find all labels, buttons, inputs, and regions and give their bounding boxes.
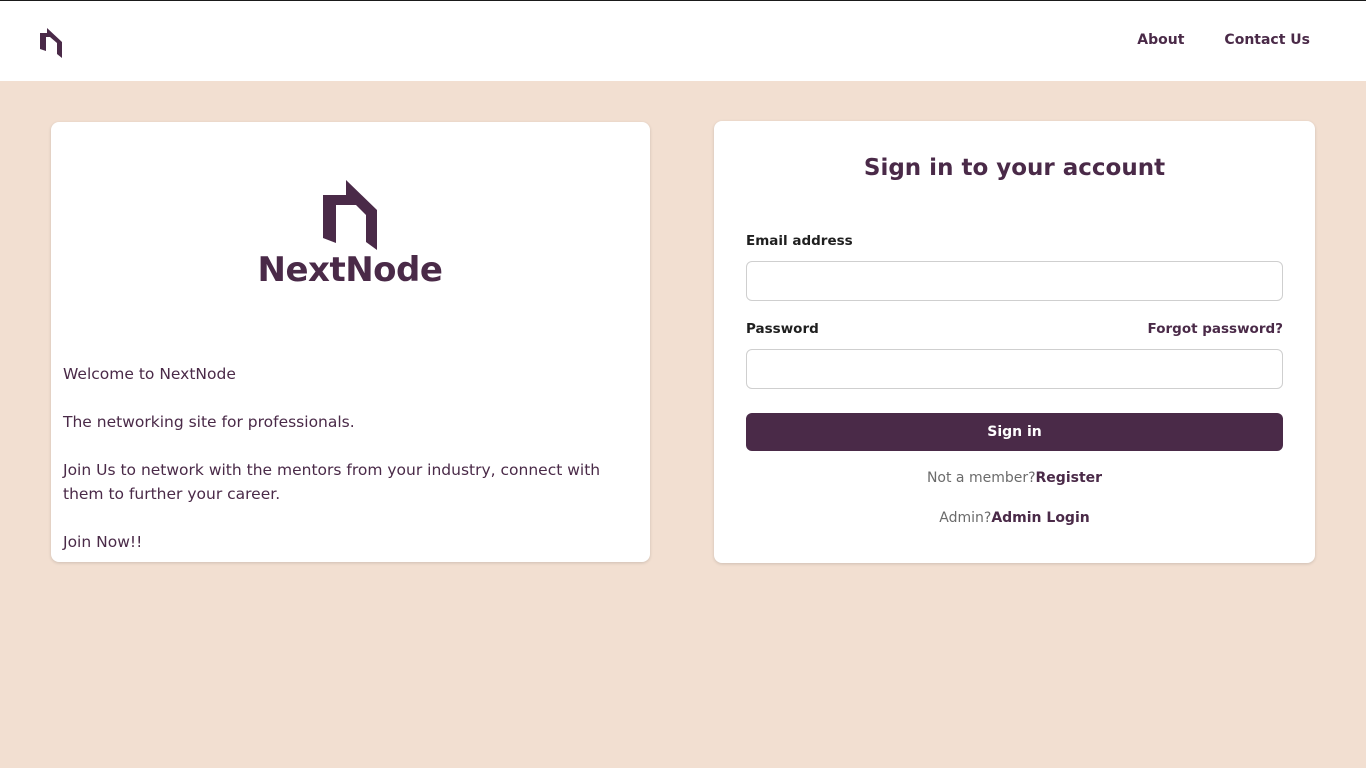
- tagline: The networking site for professionals.: [63, 413, 355, 431]
- signin-title: Sign in to your account: [863, 155, 1166, 181]
- password-field[interactable]: [746, 349, 1283, 389]
- nextnode-mark-icon: [323, 180, 377, 250]
- welcome-text: Welcome to NextNode The networking site …: [51, 362, 650, 578]
- forgot-password-link[interactable]: Forgot password?: [1148, 321, 1283, 337]
- signin-card: Sign in to your account Email address Pa…: [714, 121, 1315, 563]
- admin-prompt: Admin?Admin Login: [714, 510, 1315, 526]
- join-description: Join Us to network with the mentors from…: [63, 461, 601, 503]
- not-member-text: Not a member?: [926, 470, 1036, 486]
- nextnode-logo-icon[interactable]: [38, 28, 64, 58]
- email-field[interactable]: [746, 261, 1283, 301]
- password-label: Password: [746, 321, 819, 337]
- brand-name: NextNode: [257, 250, 443, 290]
- join-now-text: Join Now!!: [63, 533, 143, 551]
- register-prompt: Not a member?Register: [714, 470, 1315, 486]
- email-label: Email address: [746, 233, 853, 249]
- register-link[interactable]: Register: [1036, 470, 1103, 486]
- nav-contact-link[interactable]: Contact Us: [1224, 32, 1310, 48]
- top-navbar: About Contact Us: [0, 0, 1366, 81]
- brand-logo: NextNode: [257, 180, 443, 290]
- admin-text: Admin?: [939, 510, 992, 526]
- welcome-line: Welcome to NextNode: [63, 365, 236, 383]
- nav-about-link[interactable]: About: [1137, 32, 1184, 48]
- signin-button[interactable]: Sign in: [746, 413, 1283, 451]
- nav-links: About Contact Us: [1137, 32, 1310, 48]
- admin-login-link[interactable]: Admin Login: [991, 510, 1089, 526]
